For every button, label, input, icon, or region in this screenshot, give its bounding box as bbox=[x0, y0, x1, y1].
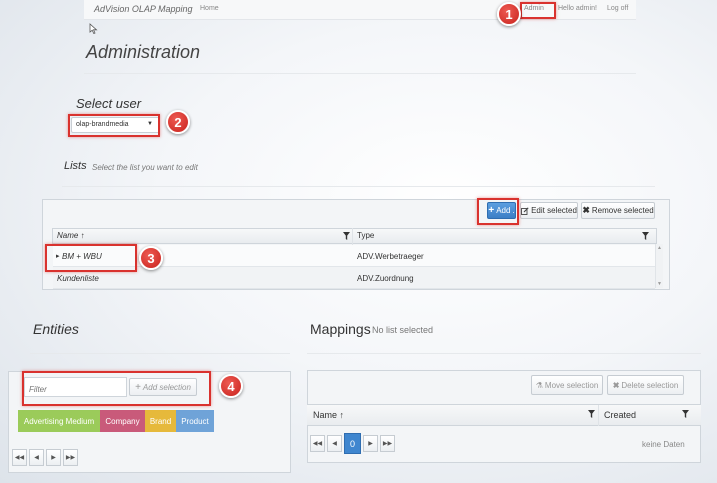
column-header-type[interactable]: Type bbox=[357, 231, 374, 240]
callout-highlight-select-user bbox=[68, 114, 160, 137]
callout-highlight-filter bbox=[22, 371, 211, 406]
pager-next-icon[interactable]: ▶ bbox=[363, 435, 378, 452]
edit-selected-label: Edit selected bbox=[531, 206, 577, 215]
lists-scrollbar[interactable]: ▲ ▼ bbox=[655, 244, 663, 288]
remove-selected-button[interactable]: ✖ Remove selected bbox=[581, 202, 655, 219]
entity-tag-label: Company bbox=[105, 416, 140, 426]
callout-highlight-add bbox=[477, 198, 519, 225]
mappings-subtitle: No list selected bbox=[372, 325, 434, 335]
pager-current-page[interactable]: 0 bbox=[344, 433, 361, 454]
entity-tag-label: Advertising Medium bbox=[23, 416, 95, 426]
remove-selected-label: Remove selected bbox=[591, 206, 654, 215]
callout-highlight-admin bbox=[520, 2, 556, 19]
edit-icon bbox=[521, 206, 529, 215]
mappings-divider bbox=[307, 353, 701, 354]
callout-badge-3: 3 bbox=[139, 246, 163, 270]
row-type-cell: ADV.Zuordnung bbox=[357, 274, 414, 283]
edit-selected-button[interactable]: Edit selected bbox=[520, 202, 578, 219]
filter-icon[interactable] bbox=[343, 232, 350, 240]
move-selection-label: Move selection bbox=[544, 380, 599, 390]
move-selection-button[interactable]: ⚗ Move selection bbox=[531, 375, 603, 395]
entity-tag[interactable]: Company bbox=[100, 410, 145, 432]
move-icon: ⚗ bbox=[535, 380, 543, 390]
pager-last-icon[interactable]: ▶▶ bbox=[63, 449, 78, 466]
entity-tag[interactable]: Brand bbox=[145, 410, 176, 432]
lists-title: Lists bbox=[64, 160, 87, 172]
scroll-down-icon[interactable]: ▼ bbox=[657, 281, 662, 287]
pager-last-icon[interactable]: ▶▶ bbox=[380, 435, 395, 452]
column-header-created[interactable]: Created bbox=[604, 410, 636, 420]
callout-highlight-row bbox=[45, 244, 137, 272]
row-name-cell: Kundenliste bbox=[57, 274, 99, 283]
table-row[interactable] bbox=[53, 267, 655, 289]
empty-data-text: keine Daten bbox=[642, 440, 685, 449]
lists-grid-header bbox=[52, 228, 657, 244]
callout-badge-1: 1 bbox=[497, 2, 521, 26]
callout-badge-4: 4 bbox=[219, 374, 243, 398]
scroll-up-icon[interactable]: ▲ bbox=[657, 245, 662, 251]
entity-tag[interactable]: Product bbox=[176, 410, 214, 432]
lists-subtitle: Select the list you want to edit bbox=[92, 163, 198, 172]
filter-icon[interactable] bbox=[682, 410, 689, 418]
lists-divider bbox=[62, 186, 655, 187]
pager-prev-icon[interactable]: ◀ bbox=[327, 435, 342, 452]
filter-icon[interactable] bbox=[588, 410, 595, 418]
remove-icon: ✖ bbox=[582, 205, 590, 215]
mouse-cursor-icon bbox=[89, 23, 98, 35]
pager-prev-icon[interactable]: ◀ bbox=[29, 449, 44, 466]
nav-logoff-link[interactable]: Log off bbox=[607, 5, 628, 12]
title-divider bbox=[84, 73, 636, 74]
delete-icon: ✖ bbox=[612, 380, 620, 390]
select-user-label: Select user bbox=[76, 96, 142, 111]
row-type-cell: ADV.Werbetraeger bbox=[357, 252, 424, 261]
entity-tag-label: Brand bbox=[149, 416, 172, 426]
entity-tag-label: Product bbox=[181, 416, 209, 426]
mappings-grid-header bbox=[307, 404, 701, 426]
pager-next-icon[interactable]: ▶ bbox=[46, 449, 61, 466]
delete-selection-button[interactable]: ✖ Delete selection bbox=[607, 375, 684, 395]
entity-tag[interactable]: Advertising Medium bbox=[18, 410, 100, 432]
pager-first-icon[interactable]: ◀◀ bbox=[12, 449, 27, 466]
callout-badge-2: 2 bbox=[166, 110, 190, 134]
filter-icon[interactable] bbox=[642, 232, 649, 240]
nav-home-link[interactable]: Home bbox=[200, 5, 219, 12]
column-header-name[interactable]: Name ↑ bbox=[57, 231, 85, 240]
app-brand[interactable]: AdVision OLAP Mapping bbox=[94, 4, 193, 14]
delete-selection-label: Delete selection bbox=[621, 380, 679, 390]
column-header-name[interactable]: Name ↑ bbox=[313, 410, 344, 420]
page-title: Administration bbox=[86, 42, 201, 62]
column-separator bbox=[598, 405, 599, 426]
pager-first-icon[interactable]: ◀◀ bbox=[310, 435, 325, 452]
entities-title: Entities bbox=[33, 321, 79, 337]
mappings-title: Mappings bbox=[310, 321, 371, 337]
nav-hello-user-link[interactable]: Hello admin! bbox=[558, 5, 597, 12]
entities-divider bbox=[30, 353, 290, 354]
